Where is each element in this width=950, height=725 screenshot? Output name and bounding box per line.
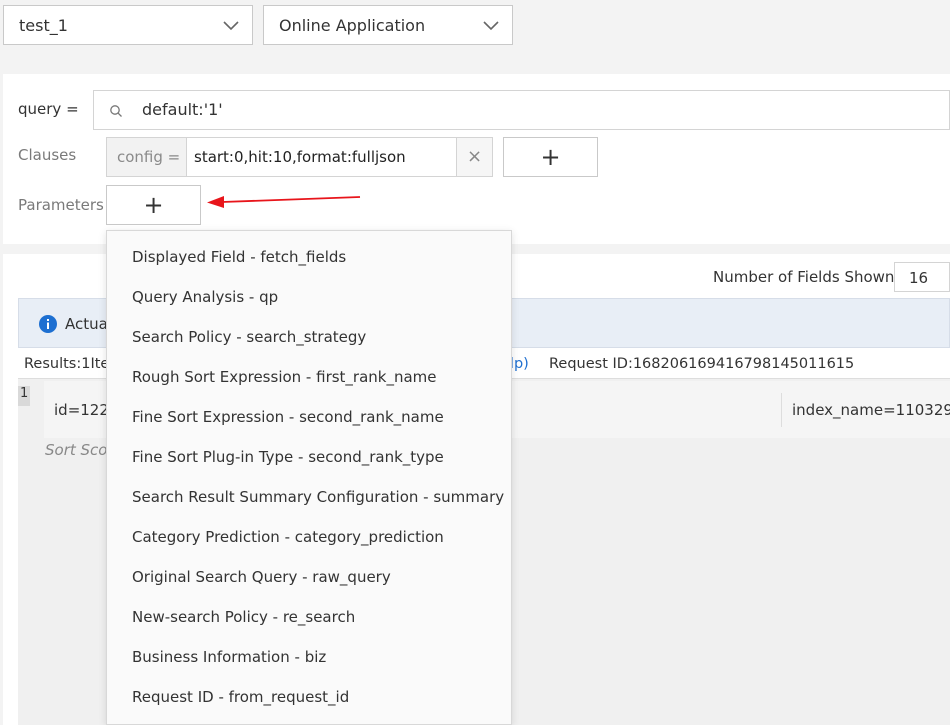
menu-item-second-rank-type[interactable]: Fine Sort Plug-in Type - second_rank_typ… (132, 448, 444, 466)
chevron-down-icon (223, 21, 239, 31)
instance-select[interactable]: test_1 (3, 5, 253, 45)
sort-score-label: Sort Sco (45, 441, 108, 459)
menu-item-from-request-id[interactable]: Request ID - from_request_id (132, 688, 349, 706)
menu-item-summary[interactable]: Search Result Summary Configuration - su… (132, 488, 504, 506)
chevron-down-icon (483, 21, 499, 31)
info-icon (39, 315, 57, 333)
record-id: id=122 (54, 401, 109, 419)
fields-shown-input[interactable]: 16 (894, 262, 950, 292)
notice-text: Actua (65, 315, 108, 333)
query-input-value: default:'1' (142, 100, 223, 119)
menu-item-search-strategy[interactable]: Search Policy - search_strategy (132, 328, 366, 346)
menu-item-re-search[interactable]: New-search Policy - re_search (132, 608, 355, 626)
clauses-label: Clauses (18, 146, 77, 164)
parameters-label: Parameters (18, 196, 104, 214)
query-input[interactable]: default:'1' (93, 90, 950, 130)
add-clause-button[interactable]: + (503, 137, 598, 177)
instance-select-value: test_1 (19, 16, 68, 35)
menu-item-category-prediction[interactable]: Category Prediction - category_predictio… (132, 528, 444, 546)
row-divider (781, 393, 782, 427)
fields-shown-label: Number of Fields Shown (713, 268, 895, 286)
clause-config: config = start:0,hit:10,format:fulljson … (106, 137, 493, 177)
request-id: Request ID:168206169416798145011615 (549, 356, 855, 372)
menu-item-first-rank-name[interactable]: Rough Sort Expression - first_rank_name (132, 368, 437, 386)
clause-value[interactable]: start:0,hit:10,format:fulljson (194, 148, 406, 166)
menu-item-qp[interactable]: Query Analysis - qp (132, 288, 278, 306)
application-select-value: Online Application (279, 16, 426, 35)
row-index: 1 (18, 386, 30, 406)
record-index-name: index_name=1103295 (792, 401, 950, 419)
clause-key: config = (107, 138, 187, 176)
menu-item-fetch-fields[interactable]: Displayed Field - fetch_fields (132, 248, 346, 266)
query-label: query = (18, 100, 79, 118)
results-count: Results:1Ite (24, 356, 110, 372)
menu-item-biz[interactable]: Business Information - biz (132, 648, 326, 666)
application-select[interactable]: Online Application (263, 5, 513, 45)
search-icon (110, 105, 122, 117)
close-icon[interactable]: × (456, 138, 492, 176)
parameter-dropdown-menu: Displayed Field - fetch_fields Query Ana… (106, 230, 512, 725)
menu-item-raw-query[interactable]: Original Search Query - raw_query (132, 568, 391, 586)
add-parameter-button[interactable]: + (106, 185, 201, 225)
menu-item-second-rank-name[interactable]: Fine Sort Expression - second_rank_name (132, 408, 444, 426)
